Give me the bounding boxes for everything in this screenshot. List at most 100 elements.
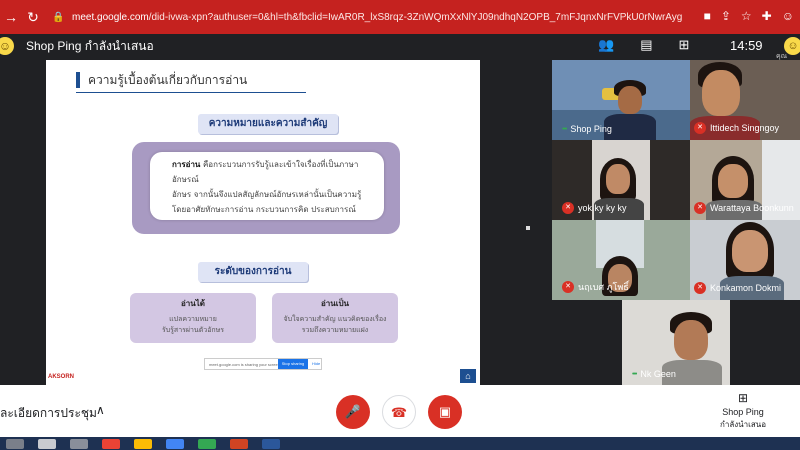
definition-line-2: อักษร จากนั้นจึงแปลสัญลักษณ์อักษรเหล่านั… bbox=[172, 190, 362, 199]
level-card-read-well: อ่านเป็น จับใจความสำคัญ แนวคิดของเรื่อง … bbox=[272, 293, 398, 343]
participant-name: ✕ นฤเบศ ภูโพธิ์ bbox=[562, 280, 629, 294]
speaking-dots-icon: ••• bbox=[632, 370, 637, 378]
present-screen-icon: ⊞ bbox=[737, 391, 749, 405]
level-line: แปลความหมาย bbox=[169, 315, 217, 323]
camera-indicator-icon[interactable]: ■ bbox=[704, 9, 711, 23]
face bbox=[702, 70, 740, 116]
mic-toggle-button[interactable]: 🎤 bbox=[336, 395, 370, 429]
hang-up-icon: ☎ bbox=[390, 405, 408, 420]
slide-title: ความรู้เบื้องต้นเกี่ยวกับการอ่าน bbox=[88, 73, 248, 87]
mic-off-icon: ✕ bbox=[694, 122, 706, 134]
section-heading-levels: ระดับของการอ่าน bbox=[198, 262, 308, 282]
hide-button[interactable]: Hide bbox=[312, 359, 320, 369]
participant-tile[interactable]: ✕ yok ky ky ky bbox=[552, 140, 690, 220]
camera-off-icon: ▣ bbox=[438, 404, 452, 419]
taskbar-app-icon[interactable] bbox=[70, 438, 88, 449]
chevron-up-icon[interactable]: ∧ bbox=[96, 403, 105, 417]
taskbar-app-icon[interactable] bbox=[102, 438, 120, 449]
camera-toggle-button[interactable]: ▣ bbox=[428, 395, 462, 429]
participant-label: Shop Ping bbox=[570, 124, 612, 134]
participant-tile[interactable]: ✕ Warattaya Boonkunn bbox=[690, 140, 800, 220]
participant-tile[interactable]: ••• Shop Ping bbox=[552, 60, 690, 140]
definition-line-3: โดยอาศัยทักษะการอ่าน กระบวนการคิด ประสบก… bbox=[172, 205, 356, 214]
url-path: /did-ivwa-xpn?authuser=0&hl=th&fbclid=Iw… bbox=[148, 11, 683, 23]
back-arrow-icon[interactable]: → bbox=[2, 9, 20, 25]
taskbar-app-icon[interactable] bbox=[230, 438, 248, 449]
mic-off-icon: ✕ bbox=[562, 281, 574, 293]
level-line: รับรู้สารผ่านตัวอักษร bbox=[161, 326, 225, 334]
meet-header: ☺ Shop Ping กำลังนำเสนอ 👥 ▤ ⊞ 14:59 ☺ bbox=[0, 34, 800, 58]
participant-tile[interactable]: ✕ Ittidech Singngoy bbox=[690, 60, 800, 140]
participant-name: ✕ Ittidech Singngoy bbox=[694, 122, 779, 134]
section-heading-meaning: ความหมายและความสำคัญ bbox=[198, 114, 338, 134]
level-body: แปลความหมาย รับรู้สารผ่านตัวอักษร bbox=[130, 314, 256, 336]
mic-off-icon: ✕ bbox=[562, 202, 574, 214]
shared-slide: ความรู้เบื้องต้นเกี่ยวกับการอ่าน ความหมา… bbox=[46, 60, 480, 385]
mic-off-icon: 🎤 bbox=[344, 404, 362, 419]
participant-name: ✕ yok ky ky ky bbox=[562, 202, 627, 214]
participant-name: ••• Shop Ping bbox=[562, 124, 612, 134]
lock-icon[interactable]: 🔒 bbox=[52, 12, 66, 23]
title-underline bbox=[76, 92, 306, 93]
level-body: จับใจความสำคัญ แนวคิดของเรื่อง รวมถึงควา… bbox=[272, 314, 398, 336]
reload-icon[interactable]: ↻ bbox=[24, 9, 42, 26]
activities-icon[interactable]: ⊞ bbox=[678, 37, 689, 53]
taskbar-app-icon[interactable] bbox=[38, 438, 56, 449]
extensions-icon[interactable]: ✚ bbox=[762, 9, 772, 23]
mic-off-icon: ✕ bbox=[694, 202, 706, 214]
screen-share-text: meet.google.com is sharing your screen. bbox=[209, 361, 282, 367]
chat-icon[interactable]: ▤ bbox=[640, 37, 652, 53]
url-host: meet.google.com bbox=[72, 11, 149, 23]
participant-label: Warattaya Boonkunn bbox=[710, 203, 794, 213]
participant-tile[interactable]: ••• Nk Geen bbox=[622, 300, 730, 385]
meeting-controls-bar: ละเอียดการประชุม ∧ 🎤 ☎ ▣ ⊞ Shop Ping กำล… bbox=[0, 385, 800, 437]
level-title: อ่านเป็น bbox=[320, 299, 350, 308]
title-accent bbox=[76, 72, 80, 88]
participant-name: ✕ Warattaya Boonkunn bbox=[694, 202, 794, 214]
taskbar-app-icon[interactable] bbox=[134, 438, 152, 449]
presenter-name: Shop Ping bbox=[722, 407, 764, 417]
publisher-logo: AKSORN bbox=[48, 374, 75, 380]
participant-label: Nk Geen bbox=[640, 369, 676, 379]
participant-tile[interactable]: ✕ Konkamon Dokmi bbox=[690, 220, 800, 300]
level-line: จับใจความสำคัญ แนวคิดของเรื่อง bbox=[283, 315, 387, 323]
participant-label: นฤเบศ ภูโพธิ์ bbox=[578, 282, 629, 292]
participant-tile[interactable]: ✕ นฤเบศ ภูโพธิ์ bbox=[552, 220, 690, 300]
share-icon[interactable]: ⇪ bbox=[721, 9, 731, 23]
home-icon[interactable]: ⌂ bbox=[460, 369, 476, 383]
face bbox=[732, 230, 768, 272]
face bbox=[674, 320, 708, 360]
level-line: รวมถึงความหมายแฝง bbox=[301, 326, 369, 334]
face bbox=[606, 164, 630, 194]
leave-call-button[interactable]: ☎ bbox=[382, 395, 416, 429]
taskbar-app-icon[interactable] bbox=[6, 438, 24, 449]
mic-off-icon: ✕ bbox=[694, 282, 706, 294]
presenting-button[interactable]: ⊞ Shop Ping กำลังนำเสนอ bbox=[706, 391, 780, 431]
speaking-dots-icon: ••• bbox=[562, 125, 567, 133]
os-taskbar bbox=[0, 437, 800, 450]
clock: 14:59 bbox=[730, 38, 763, 53]
taskbar-app-icon[interactable] bbox=[166, 438, 184, 449]
meeting-details-button[interactable]: ละเอียดการประชุม bbox=[0, 404, 97, 423]
bookmark-star-icon[interactable]: ☆ bbox=[741, 9, 752, 23]
participant-label: Ittidech Singngoy bbox=[710, 123, 780, 133]
level-card-read: อ่านได้ แปลความหมาย รับรู้สารผ่านตัวอักษ… bbox=[130, 293, 256, 343]
definition-text: การอ่าน คือกระบวนการรับรู้และเข้าใจเรื่อ… bbox=[172, 157, 372, 217]
level-title: อ่านได้ bbox=[181, 299, 205, 308]
face bbox=[718, 164, 748, 198]
stop-sharing-button[interactable]: Stop sharing bbox=[278, 359, 308, 369]
taskbar-app-icon[interactable] bbox=[198, 438, 216, 449]
participant-name: ••• Nk Geen bbox=[632, 369, 676, 379]
definition-term: การอ่าน bbox=[172, 160, 201, 169]
mouse-cursor bbox=[526, 226, 530, 230]
profile-emoji-icon[interactable]: ☺ bbox=[782, 9, 794, 23]
taskbar-app-icon[interactable] bbox=[262, 438, 280, 449]
definition-line-1: คือกระบวนการรับรู้และเข้าใจเรื่องที่เป็น… bbox=[172, 160, 359, 184]
participant-name: ✕ Konkamon Dokmi bbox=[694, 282, 781, 294]
face bbox=[618, 86, 642, 114]
url-field[interactable]: meet.google.com/did-ivwa-xpn?authuser=0&… bbox=[72, 12, 712, 23]
participant-label: yok ky ky ky bbox=[578, 203, 627, 213]
browser-address-bar: → ↻ 🔒 meet.google.com/did-ivwa-xpn?authu… bbox=[0, 0, 800, 34]
people-icon[interactable]: 👥 bbox=[598, 37, 614, 53]
presenter-status: กำลังนำเสนอ bbox=[720, 420, 766, 429]
